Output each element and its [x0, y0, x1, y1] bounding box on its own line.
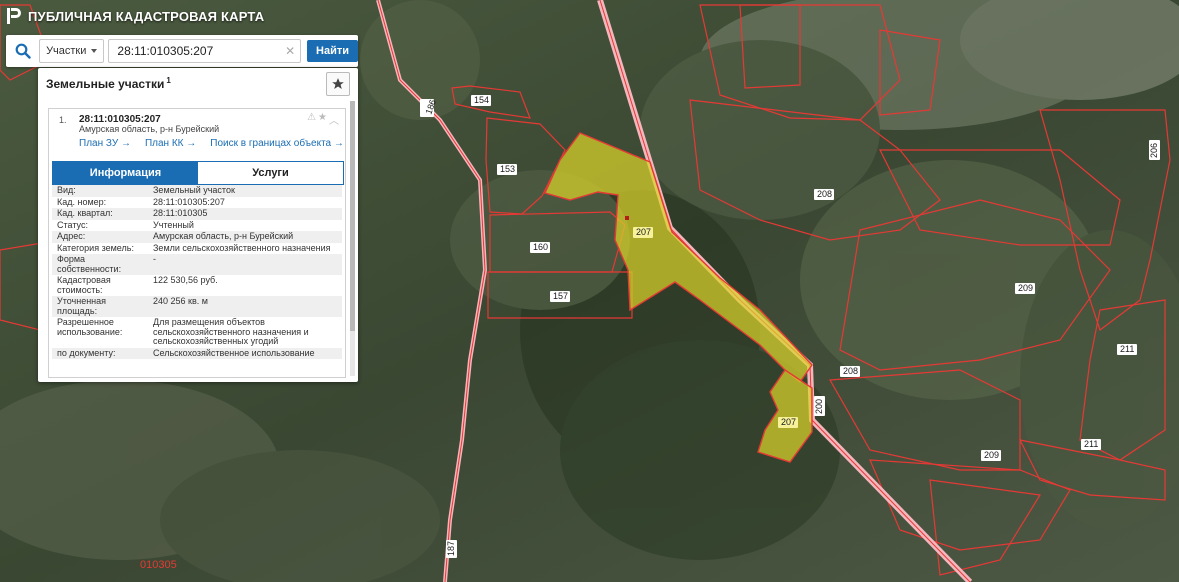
panel-header: Земельные участки 1 [38, 68, 358, 98]
app-title: ПУБЛИЧНАЯ КАДАСТРОВАЯ КАРТА [28, 8, 265, 24]
object-type-label: Участки [46, 45, 87, 57]
parcel-marker [625, 216, 629, 220]
table-row: Адрес: Амурская область, р-н Бурейский [52, 231, 342, 243]
svg-text:208: 208 [843, 366, 858, 376]
star-icon [332, 78, 344, 89]
svg-text:157: 157 [553, 291, 568, 301]
panel-scrollbar[interactable] [350, 101, 355, 376]
cadastral-number-link[interactable]: 28:11:010305:207 [148, 197, 342, 209]
svg-text:154: 154 [474, 95, 489, 105]
search-input[interactable] [108, 39, 302, 63]
clear-icon[interactable]: ✕ [283, 44, 297, 58]
result-card[interactable]: 1. 28:11:010305:207 Амурская область, р-… [48, 108, 346, 378]
svg-text:206: 206 [1149, 143, 1159, 158]
link-search-within[interactable]: Поиск в границах объекта → [210, 138, 344, 149]
svg-text:200: 200 [814, 399, 824, 414]
find-button[interactable]: Найти [307, 40, 358, 62]
star-icon[interactable]: ★ [318, 112, 327, 127]
scrollbar-thumb[interactable] [350, 101, 355, 331]
svg-text:209: 209 [984, 450, 999, 460]
chevron-up-icon[interactable]: ︿ [329, 112, 339, 127]
info-tabs: Информация Услуги [52, 161, 344, 185]
quarter-label: 010305 [140, 559, 177, 571]
tab-services[interactable]: Услуги [198, 162, 343, 184]
svg-text:160: 160 [533, 242, 548, 252]
item-address: Амурская область, р-н Бурейский [79, 124, 220, 134]
search-icon[interactable] [6, 35, 39, 67]
favorite-button[interactable] [326, 72, 350, 96]
warning-icon[interactable]: ⚠ [307, 112, 316, 127]
table-row: Категория земель: Земли сельскохозяйствен… [57, 242, 331, 253]
table-row: Кад. квартал: 28:11:010305 [52, 208, 342, 220]
link-plan-kk[interactable]: План КК → [145, 138, 196, 149]
svg-text:211: 211 [1084, 439, 1098, 449]
object-type-select[interactable]: Участки [39, 39, 105, 63]
link-plan-zu[interactable]: План ЗУ → [79, 138, 131, 149]
search-bar: Участки ✕ Найти [6, 35, 358, 67]
table-row: Разрешенное использование: Для размещения… [57, 317, 309, 346]
pkk-logo-icon[interactable] [6, 7, 22, 25]
tab-information[interactable]: Информация [53, 162, 198, 184]
chevron-down-icon [91, 49, 98, 53]
table-row: Вид: Земельный участок [52, 185, 342, 197]
table-row: Форма собственности: - [52, 254, 342, 275]
card-links: План ЗУ → План КК → Поиск в границах объ… [79, 138, 344, 149]
svg-text:207: 207 [781, 417, 796, 427]
panel-title: Земельные участки 1 [46, 75, 171, 91]
svg-text:211: 211 [1120, 344, 1134, 354]
table-row: по документу: Сельскохозяйственное исполь… [52, 347, 342, 359]
table-row: Кад. номер: 28:11:010305:207 [52, 197, 342, 209]
svg-text:209: 209 [1018, 283, 1033, 293]
svg-text:207: 207 [636, 227, 651, 237]
table-row: Статус: Учтенный [57, 219, 194, 230]
svg-text:153: 153 [500, 164, 515, 174]
result-count: 1 [166, 75, 171, 85]
card-actions: ⚠ ★ ︿ [307, 112, 339, 127]
cadastral-quarter-link[interactable]: 28:11:010305 [148, 208, 342, 220]
result-panel: Земельные участки 1 1. 28:11:010305:207 А… [38, 68, 358, 382]
app-header: ПУБЛИЧНАЯ КАДАСТРОВАЯ КАРТА [0, 0, 264, 32]
attributes-table: Вид: Земельный участок Кад. номер: 28:11:0… [52, 185, 342, 359]
table-row: Кадастровая стоимость: 122 530,56 руб. [57, 275, 218, 295]
svg-text:208: 208 [817, 189, 832, 199]
item-number: 1. [59, 115, 67, 125]
table-row: Уточненная площадь: 240 256 кв. м [52, 296, 342, 317]
svg-text:187: 187 [446, 541, 456, 556]
